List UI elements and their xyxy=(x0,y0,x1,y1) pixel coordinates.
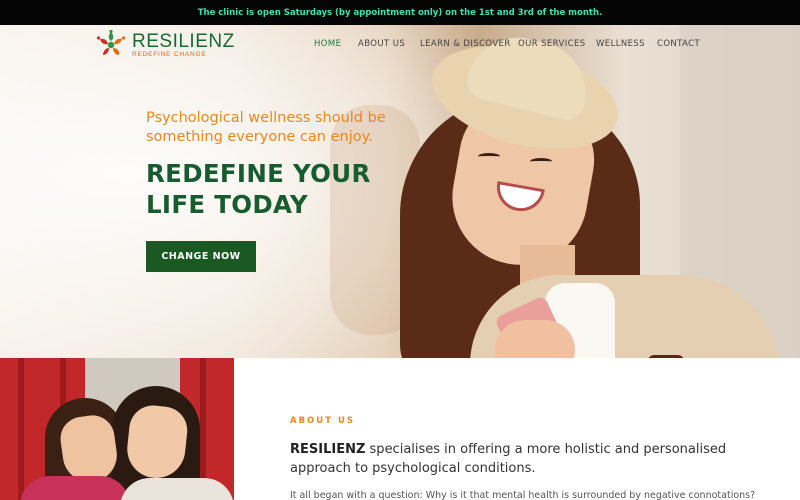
nav-wellness[interactable]: WELLNESS xyxy=(596,39,645,49)
hero-headline: REDEFINE YOUR LIFE TODAY xyxy=(146,158,426,220)
about-intro: RESILIENZ specialises in offering a more… xyxy=(290,441,730,478)
about-image xyxy=(0,358,234,500)
about-brand-word: RESILIENZ xyxy=(290,442,366,457)
hero-tagline: Psychological wellness should be somethi… xyxy=(146,110,386,145)
hero-headline-line2: LIFE TODAY xyxy=(146,190,308,219)
about-paragraph: It all began with a question: Why is it … xyxy=(290,490,756,500)
nav-our-services[interactable]: OUR SERVICES xyxy=(518,39,586,49)
about-section-label: ABOUT US xyxy=(290,416,355,426)
logo-tagline: REDEFINE CHANGE xyxy=(132,50,207,58)
nav-contact[interactable]: CONTACT xyxy=(657,39,700,49)
nav-home[interactable]: HOME xyxy=(314,39,341,49)
hero-headline-line1: REDEFINE YOUR xyxy=(146,159,371,188)
logo-name: RESILIENZ xyxy=(132,30,235,52)
site-logo[interactable]: RESILIENZ REDEFINE CHANGE xyxy=(94,29,235,61)
change-now-button[interactable]: CHANGE NOW xyxy=(146,241,256,272)
logo-icon xyxy=(94,29,128,61)
nav-about-us[interactable]: ABOUT US xyxy=(358,39,405,49)
nav-learn-discover[interactable]: LEARN & DISCOVER xyxy=(420,39,511,49)
announcement-bar: The clinic is open Saturdays (by appoint… xyxy=(0,0,800,25)
announcement-text: The clinic is open Saturdays (by appoint… xyxy=(197,7,603,18)
